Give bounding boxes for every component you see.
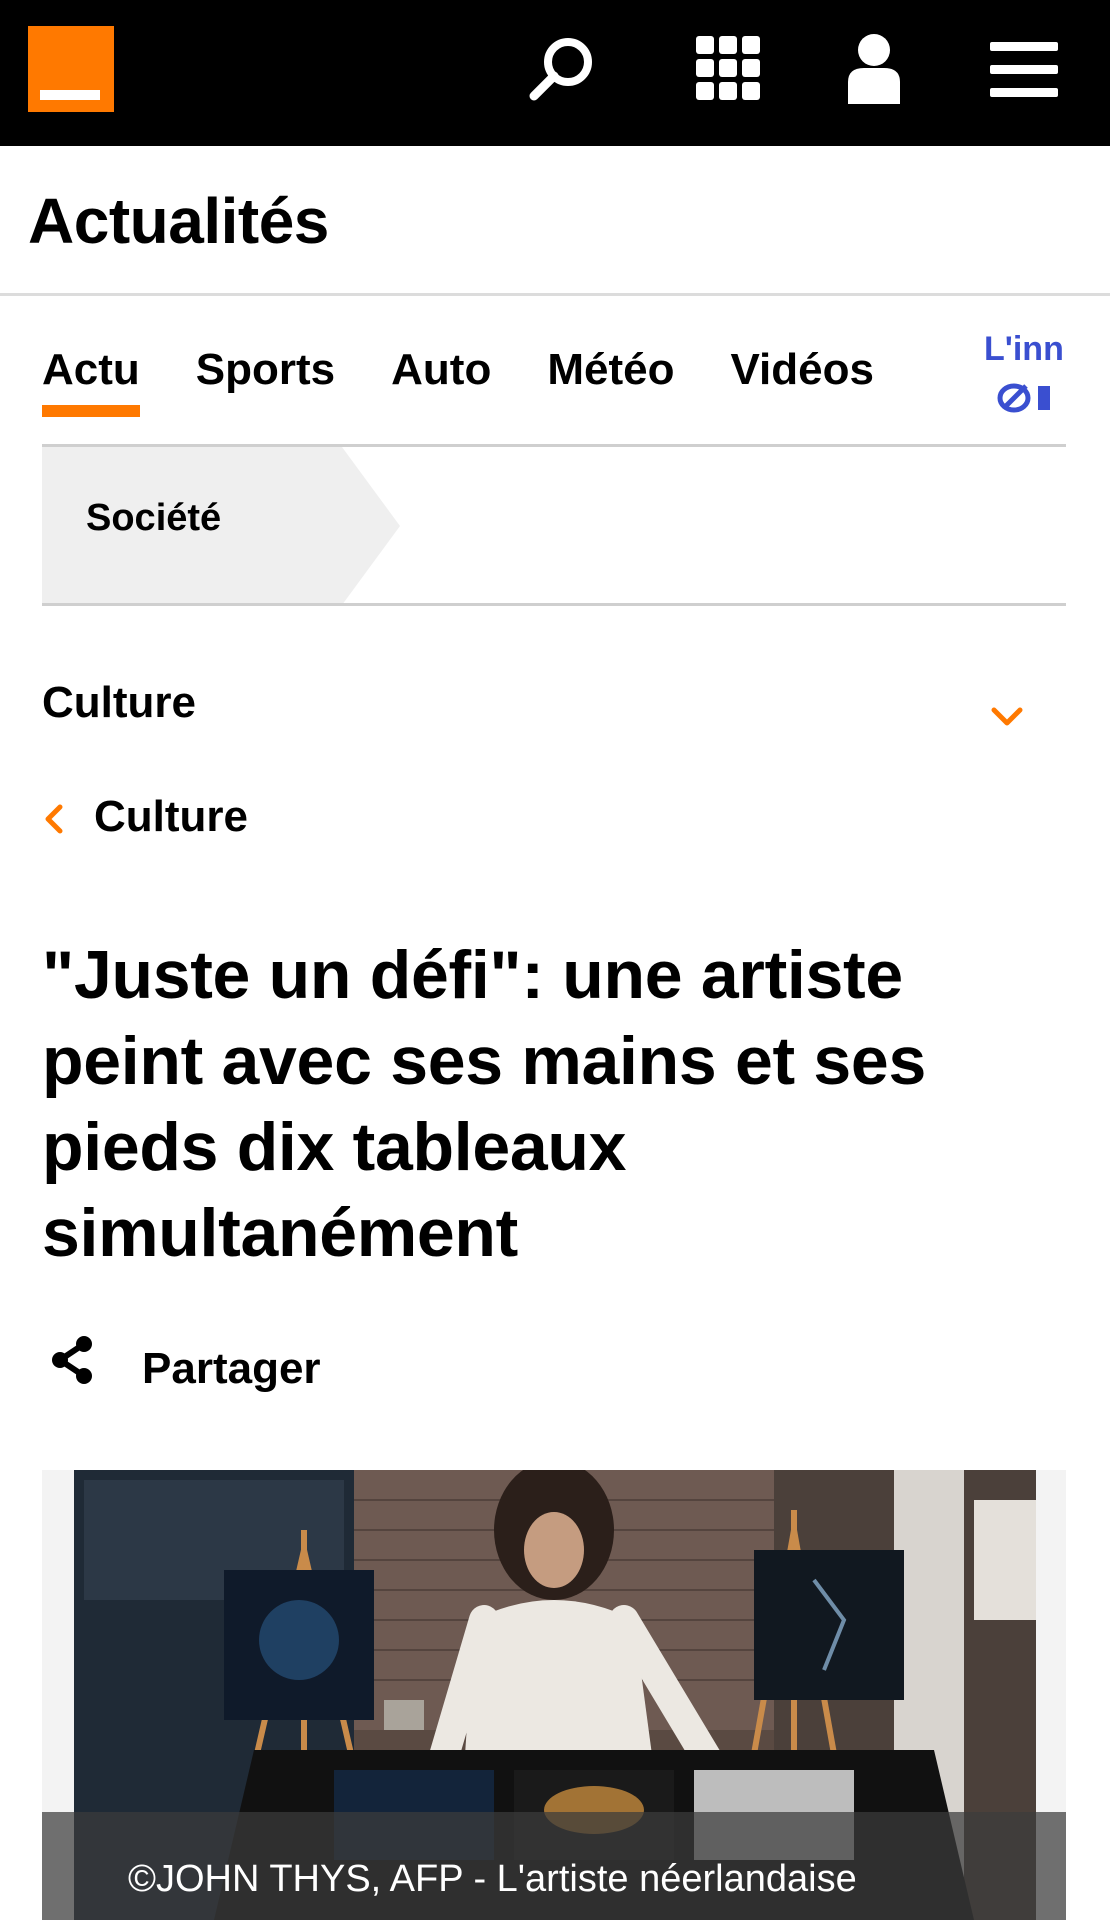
user-icon[interactable] (834, 30, 914, 110)
tab-videos[interactable]: Vidéos (730, 340, 873, 420)
tab-auto[interactable]: Auto (391, 340, 491, 420)
tab-actu[interactable]: Actu (42, 340, 140, 420)
dropdown-label: Culture (42, 678, 196, 727)
category-dropdown[interactable]: Culture (42, 670, 1066, 740)
promo-text: L'inn (984, 330, 1064, 368)
share-button[interactable]: Partager (42, 1332, 372, 1402)
chevron-left-icon (45, 804, 63, 834)
page-title: Actualités (28, 185, 329, 257)
search-icon[interactable] (522, 30, 602, 110)
promo-logo-icon (997, 383, 1050, 413)
share-icon (52, 1336, 92, 1384)
tab-meteo[interactable]: Météo (547, 340, 674, 420)
article-title: "Juste un défi": une artiste peint avec … (42, 937, 926, 1271)
divider (0, 293, 1110, 296)
breadcrumb-arrow (342, 447, 400, 605)
image-caption: ©JOHN THYS, AFP - L'artiste néerlandaise (128, 1858, 857, 1900)
promo-banner[interactable]: L'inn (984, 326, 1066, 416)
back-link-label: Culture (94, 792, 248, 841)
back-link[interactable]: Culture (42, 788, 302, 848)
apps-grid-icon[interactable] (688, 30, 768, 110)
share-label: Partager (142, 1344, 321, 1393)
breadcrumb-societe[interactable]: Société (86, 497, 221, 540)
main-nav-tabs: Actu Sports Auto Météo Vidéos (42, 340, 1066, 420)
breadcrumb: Société (42, 447, 1066, 605)
top-bar (0, 0, 1110, 146)
article-media: ©JOHN THYS, AFP - L'artiste néerlandaise (42, 1470, 1066, 1920)
tab-sports[interactable]: Sports (196, 340, 335, 420)
chevron-down-icon (991, 707, 1023, 726)
menu-icon[interactable] (984, 30, 1064, 110)
divider (42, 603, 1066, 606)
orange-logo[interactable] (28, 26, 114, 112)
logo-bar (40, 90, 100, 100)
